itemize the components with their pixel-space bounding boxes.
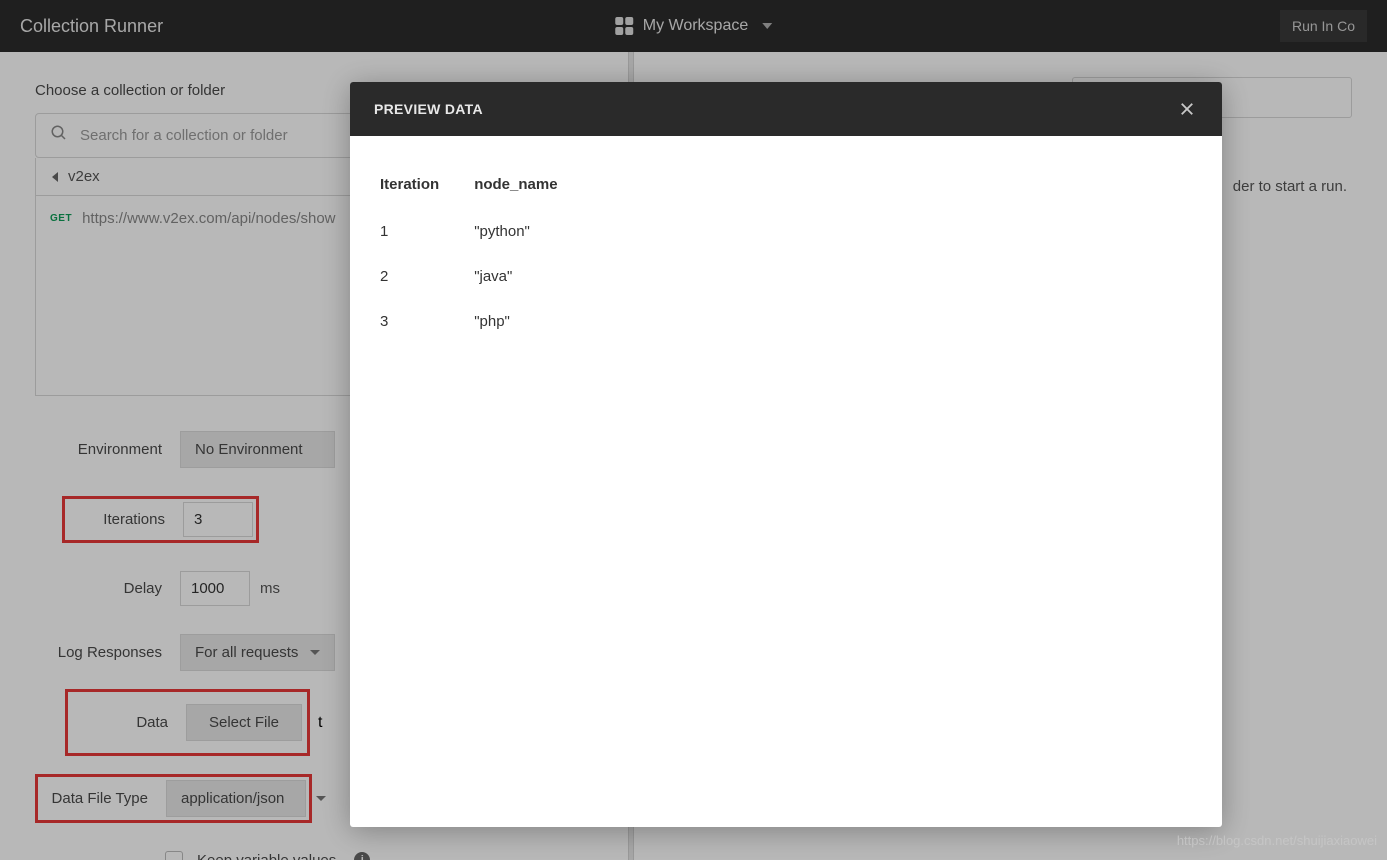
- modal-body: Iteration node_name 1 "python" 2 "java" …: [350, 136, 1222, 374]
- watermark: https://blog.csdn.net/shuijiaxiaowei: [1177, 833, 1377, 848]
- close-icon: [1178, 100, 1196, 118]
- table-row: 1 "python": [380, 209, 576, 254]
- cell-iter: 2: [380, 254, 474, 299]
- cell-value: "java": [474, 254, 575, 299]
- preview-table: Iteration node_name 1 "python" 2 "java" …: [380, 166, 576, 344]
- col-nodename: node_name: [474, 166, 575, 209]
- modal-header: PREVIEW DATA: [350, 82, 1222, 136]
- cell-iter: 1: [380, 209, 474, 254]
- cell-value: "php": [474, 299, 575, 344]
- cell-iter: 3: [380, 299, 474, 344]
- table-row: 2 "java": [380, 254, 576, 299]
- preview-data-modal: PREVIEW DATA Iteration node_name 1 "pyth…: [350, 82, 1222, 827]
- table-row: 3 "php": [380, 299, 576, 344]
- cell-value: "python": [474, 209, 575, 254]
- col-iteration: Iteration: [380, 166, 474, 209]
- modal-title: PREVIEW DATA: [374, 101, 483, 117]
- modal-close-button[interactable]: [1176, 98, 1198, 120]
